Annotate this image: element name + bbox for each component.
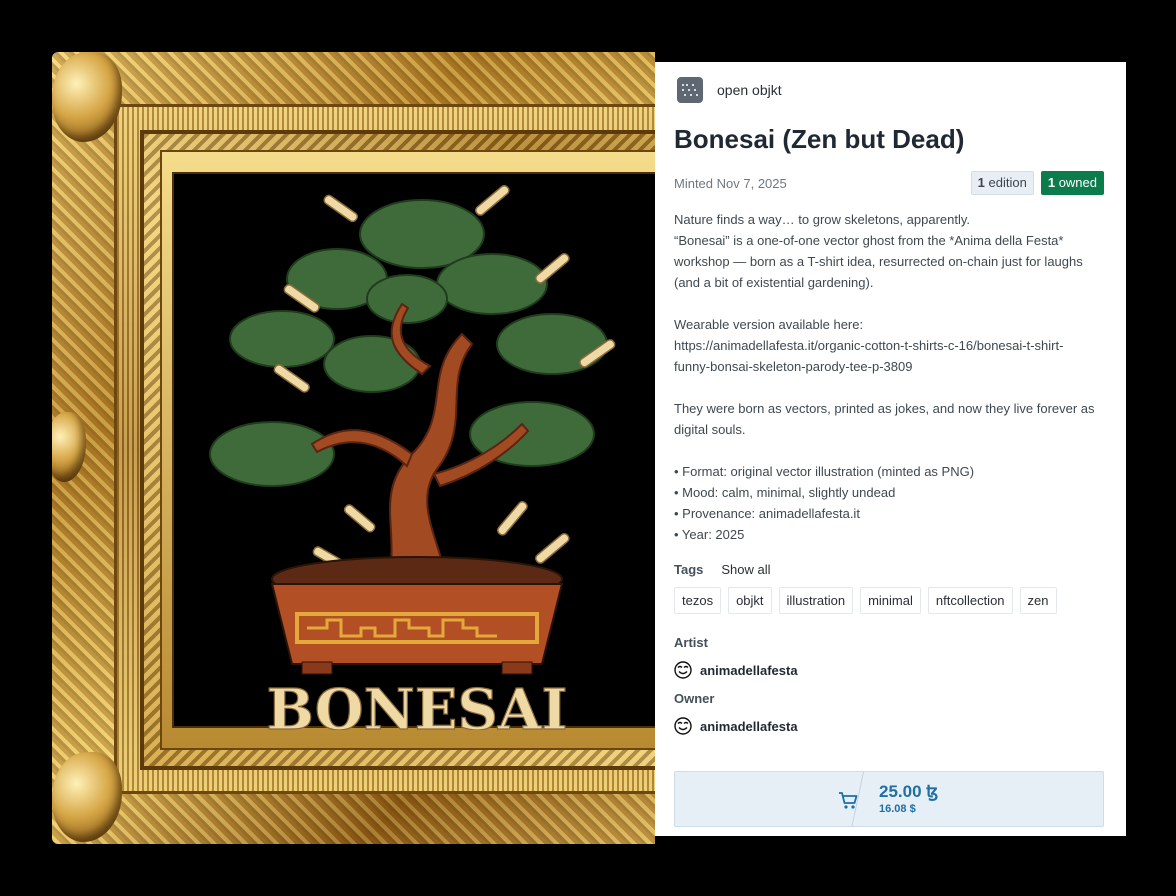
owner-name: animadellafesta xyxy=(700,718,798,734)
tag-chip[interactable]: objkt xyxy=(728,587,772,614)
tags-label: Tags xyxy=(674,562,704,577)
owned-count: 1 xyxy=(1047,175,1056,190)
description-line: (and a bit of existential gardening). xyxy=(674,275,874,290)
tag-chip[interactable]: illustration xyxy=(778,587,854,614)
description-line: workshop — born as a T-shirt idea, resur… xyxy=(674,254,1083,269)
description-line: • Provenance: animadellafesta.it xyxy=(674,506,860,521)
description-line xyxy=(674,293,1106,314)
description-line: • Year: 2025 xyxy=(674,527,745,542)
description-line: “Bonesai” is a one-of-one vector ghost f… xyxy=(674,233,1064,248)
description-line: • Format: original vector illustration (… xyxy=(674,464,975,479)
grid-icon xyxy=(677,77,703,103)
description-link[interactable]: funny-bonsai-skeleton-parody-tee-p-3809 xyxy=(674,356,1106,377)
description-line: digital souls. xyxy=(674,422,746,437)
tags-header: Tags Show all xyxy=(674,562,771,577)
artist-name: animadellafesta xyxy=(700,662,798,678)
bonsai-illustration: BONESAI xyxy=(209,184,616,730)
artwork-preview[interactable]: BONESAI xyxy=(52,52,655,844)
edition-badge: 1 edition xyxy=(970,171,1034,195)
owner-link[interactable]: animadellafesta xyxy=(674,717,798,735)
price-tez: 25.00 ꜩ xyxy=(879,782,939,801)
edition-label: edition xyxy=(988,175,1027,190)
pot xyxy=(270,556,564,675)
buy-button[interactable]: 25.00 ꜩ 16.08 $ xyxy=(674,771,1104,827)
token-description: Nature finds a way… to grow skeletons, a… xyxy=(674,209,1106,545)
edition-count: 1 xyxy=(977,175,985,190)
artist-link[interactable]: animadellafesta xyxy=(674,661,798,679)
artwork-title-text: BONESAI xyxy=(266,677,567,730)
collection-name: open objkt xyxy=(717,82,782,98)
price-usd: 16.08 $ xyxy=(879,803,916,815)
description-line xyxy=(674,377,1106,398)
description-line xyxy=(674,440,1106,461)
edition-badges: 1 edition 1 owned xyxy=(970,171,1104,195)
owned-badge[interactable]: 1 owned xyxy=(1040,171,1104,195)
collection-link[interactable]: open objkt xyxy=(677,77,782,103)
foliage xyxy=(209,199,608,487)
description-line: Wearable version available here: xyxy=(674,317,864,332)
description-line: They were born as vectors, printed as jo… xyxy=(674,401,1095,416)
description-line: • Mood: calm, minimal, slightly undead xyxy=(674,485,896,500)
description-line: Nature finds a way… to grow skeletons, a… xyxy=(674,212,971,227)
token-details-panel: open objkt Bonesai (Zen but Dead) Minted… xyxy=(655,62,1126,836)
token-title: Bonesai (Zen but Dead) xyxy=(674,124,965,154)
description-link[interactable]: https://animadellafesta.it/organic-cotto… xyxy=(674,335,1106,356)
show-all-tags-button[interactable]: Show all xyxy=(721,562,770,577)
tag-chip[interactable]: tezos xyxy=(674,587,722,614)
tag-chip[interactable]: minimal xyxy=(860,587,921,614)
owner-label: Owner xyxy=(674,691,715,706)
artist-label: Artist xyxy=(674,635,708,650)
tag-chip[interactable]: zen xyxy=(1019,587,1057,614)
owned-label: owned xyxy=(1058,175,1097,190)
tag-list: tezos objkt illustration minimal nftcoll… xyxy=(674,587,1057,614)
tag-chip[interactable]: nftcollection xyxy=(927,587,1013,614)
minted-date: Minted Nov 7, 2025 xyxy=(674,176,787,191)
smiley-avatar-icon xyxy=(674,661,692,679)
smiley-avatar-icon xyxy=(674,717,692,735)
